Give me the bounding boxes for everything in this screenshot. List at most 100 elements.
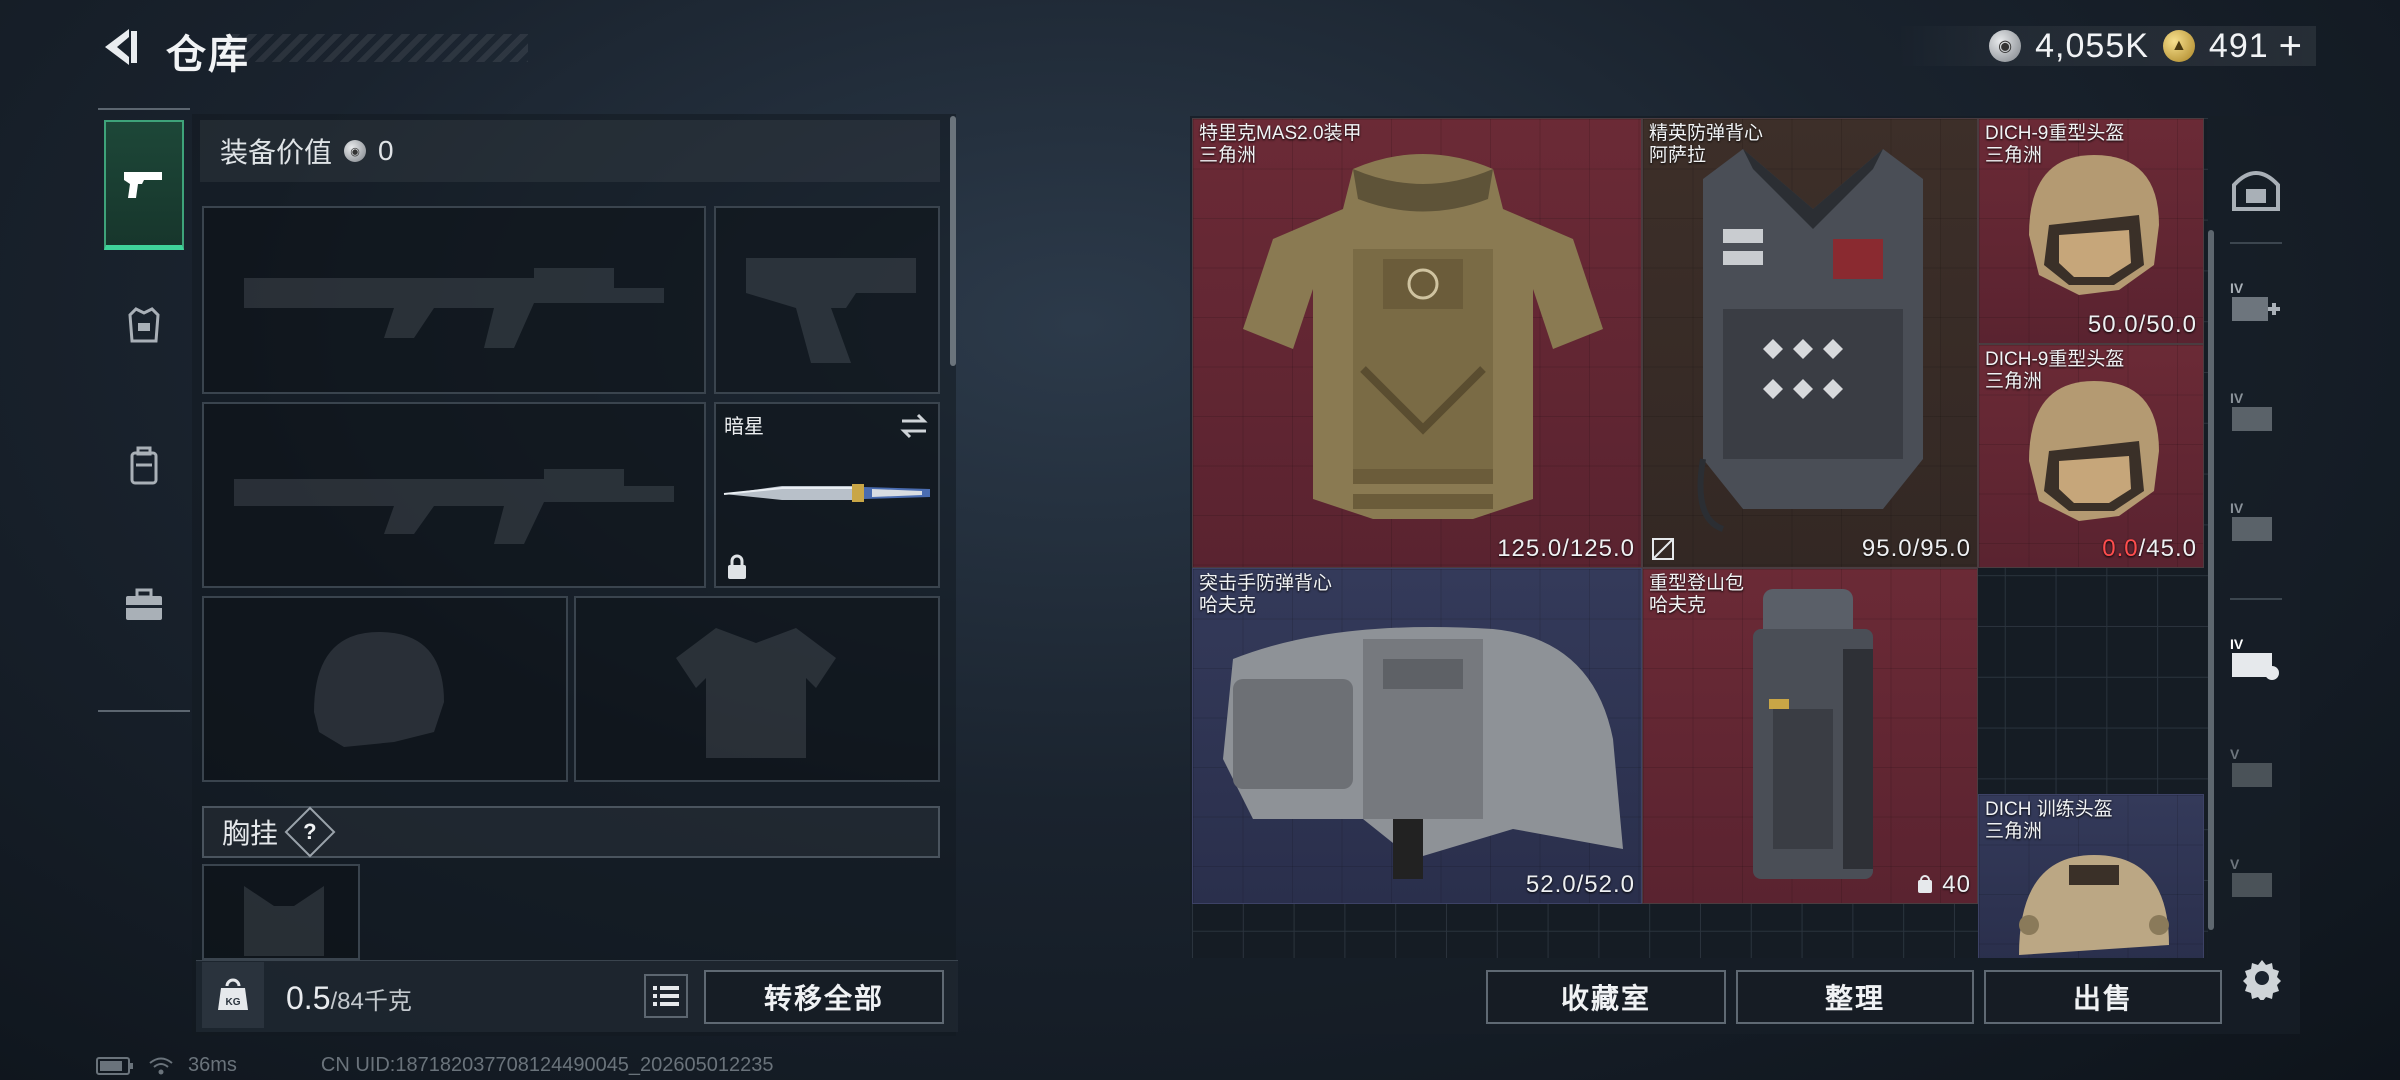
helmet-slot[interactable]	[202, 596, 568, 782]
stash-page-icon: IV	[2230, 390, 2272, 431]
stash-page-icon: V	[2230, 856, 2272, 897]
back-arrow-icon	[105, 29, 137, 65]
chest-rig-label: 胸挂	[222, 818, 279, 849]
tab-stash-page-3[interactable]: IV	[2220, 472, 2292, 572]
settings-button[interactable]	[2236, 952, 2288, 1004]
tab-stash-page-5[interactable]: V	[2220, 718, 2292, 818]
add-currency-button[interactable]: +	[2279, 24, 2302, 69]
gold-coin-icon: ▲	[2162, 30, 2195, 62]
stash-item-elite-vest[interactable]: 精英防弹背心 阿萨拉 95.0/95.0	[1642, 118, 1978, 568]
item-durability: 50.0/50.0	[2087, 311, 2197, 338]
item-name: DICH-9重型头盔	[1985, 349, 2125, 370]
svg-text:IV: IV	[2230, 636, 2244, 652]
stash-page-tabs: IV IV IV IV V V	[2214, 118, 2298, 958]
svg-text:V: V	[2230, 856, 2240, 872]
helmet-item-icon	[2019, 855, 2169, 955]
item-faction: 三角洲	[1199, 145, 1257, 166]
svg-text:IV: IV	[2230, 280, 2244, 296]
stash-item-helmet-dich9-broken[interactable]: DICH-9重型头盔 三角洲 0.0/45.0	[1978, 344, 2204, 568]
battery-icon	[96, 1056, 133, 1075]
gear-icon	[2243, 960, 2281, 1000]
stash-page-icon: IV	[2230, 500, 2272, 541]
collection-room-button[interactable]: 收藏室	[1486, 970, 1726, 1024]
item-name: 特里克MAS2.0装甲	[1199, 123, 1362, 144]
armor-icon	[128, 307, 160, 343]
chest-rig-silhouette-icon	[244, 886, 324, 956]
transfer-all-button[interactable]: 转移全部	[704, 970, 944, 1024]
stash-item-helmet-dich9[interactable]: DICH-9重型头盔 三角洲 50.0/50.0	[1978, 118, 2204, 344]
uid-text: CN UID:18718203770812449004​5_2026050122…	[320, 1054, 774, 1076]
equipment-value: 0	[378, 135, 394, 166]
primary-weapon-slot[interactable]	[202, 206, 706, 394]
vest-silhouette-icon	[676, 628, 836, 758]
sell-button[interactable]: 出售	[1984, 970, 2222, 1024]
helmet-silhouette-icon	[314, 632, 444, 747]
pistol-slot[interactable]	[714, 206, 940, 394]
stash-page-icon: IV	[2230, 636, 2279, 680]
tab-case[interactable]	[104, 540, 184, 670]
vest-item-icon	[1697, 149, 1923, 532]
melee-name: 暗星	[724, 416, 764, 438]
tab-armor[interactable]	[104, 260, 184, 390]
item-faction: 哈夫克	[1649, 595, 1707, 616]
title-decoration	[232, 34, 528, 62]
vault-icon	[2232, 171, 2280, 211]
tab-stash-page-4[interactable]: IV	[2220, 608, 2292, 708]
stash-item-training-helmet[interactable]: DICH 训练头盔 三角洲	[1978, 794, 2204, 958]
swap-icon[interactable]	[898, 412, 930, 440]
lock-icon	[728, 554, 746, 579]
melee-slot[interactable]: 暗星	[714, 402, 940, 588]
rifle-silhouette-icon	[234, 469, 674, 544]
item-durability: 125.0/125.0	[1497, 535, 1635, 562]
item-durability: 95.0/95.0	[1861, 535, 1971, 562]
gold-value: 491	[2208, 26, 2269, 65]
list-view-button[interactable]	[644, 974, 688, 1018]
tab-backpack[interactable]	[104, 400, 184, 530]
tab-stash-page-1[interactable]: IV	[2220, 252, 2292, 352]
tab-stash-all[interactable]	[2220, 138, 2292, 238]
ping-value: 36ms	[188, 1054, 237, 1076]
item-durability: 0.0/45.0	[2102, 535, 2197, 562]
stash-grid: 特里克MAS2.0装甲 三角洲 125.0/125.0 精英防弹背心 阿萨拉 9…	[1192, 118, 2208, 958]
svg-text:IV: IV	[2230, 390, 2244, 406]
tab-weapons[interactable]	[104, 120, 184, 250]
weight-max: /84千克	[330, 988, 412, 1015]
back-button[interactable]	[96, 22, 146, 72]
item-name: 重型登山包	[1649, 573, 1745, 594]
svg-text:V: V	[2230, 746, 2240, 762]
helmet-item-icon	[2029, 155, 2159, 295]
svg-text:IV: IV	[2230, 500, 2244, 516]
item-faction: 三角洲	[1985, 371, 2043, 392]
armor-item-icon	[1243, 154, 1603, 519]
sort-button[interactable]: 整理	[1736, 970, 1974, 1024]
equipment-value-label: 装备价值	[220, 137, 333, 168]
case-icon	[126, 588, 162, 620]
svg-text:KG: KG	[226, 997, 241, 1008]
backpack-capacity-icon	[1917, 875, 1932, 893]
stash-page-icon: V	[2230, 746, 2272, 787]
help-icon[interactable]: ?	[284, 806, 336, 858]
helmet-item-icon	[2029, 381, 2159, 521]
chest-rig-slot[interactable]	[202, 864, 360, 960]
stash-item-heavy-backpack[interactable]: 重型登山包 哈夫克 40	[1642, 568, 1978, 904]
item-durability: 52.0/52.0	[1525, 871, 1635, 898]
stash-page-icon: IV	[2230, 280, 2280, 321]
chest-rig-header: 胸挂 ?	[202, 806, 940, 858]
secondary-weapon-slot[interactable]	[202, 402, 706, 588]
backpack-icon	[130, 446, 158, 485]
left-scrollbar[interactable]	[950, 116, 956, 366]
left-category-tabs	[98, 108, 190, 712]
body-armor-slot[interactable]	[574, 596, 940, 782]
weight-icon: KG	[202, 962, 264, 1028]
list-icon	[653, 986, 679, 1006]
tab-stash-page-2[interactable]: IV	[2220, 362, 2292, 462]
item-faction: 哈夫克	[1199, 595, 1257, 616]
stash-item-armor-trick[interactable]: 特里克MAS2.0装甲 三角洲 125.0/125.0	[1192, 118, 1642, 568]
status-line: 36ms CN UID:18718203770812449004​5_20260…	[96, 1054, 774, 1077]
stash-item-assault-vest[interactable]: 突击手防弹背心 哈夫克 52.0/52.0	[1192, 568, 1642, 904]
tab-stash-page-6[interactable]: V	[2220, 828, 2292, 928]
item-name: 突击手防弹背心	[1199, 573, 1333, 594]
wifi-icon	[149, 1057, 173, 1074]
backpack-item-icon	[1753, 589, 1873, 879]
item-faction: 三角洲	[1985, 145, 2043, 166]
